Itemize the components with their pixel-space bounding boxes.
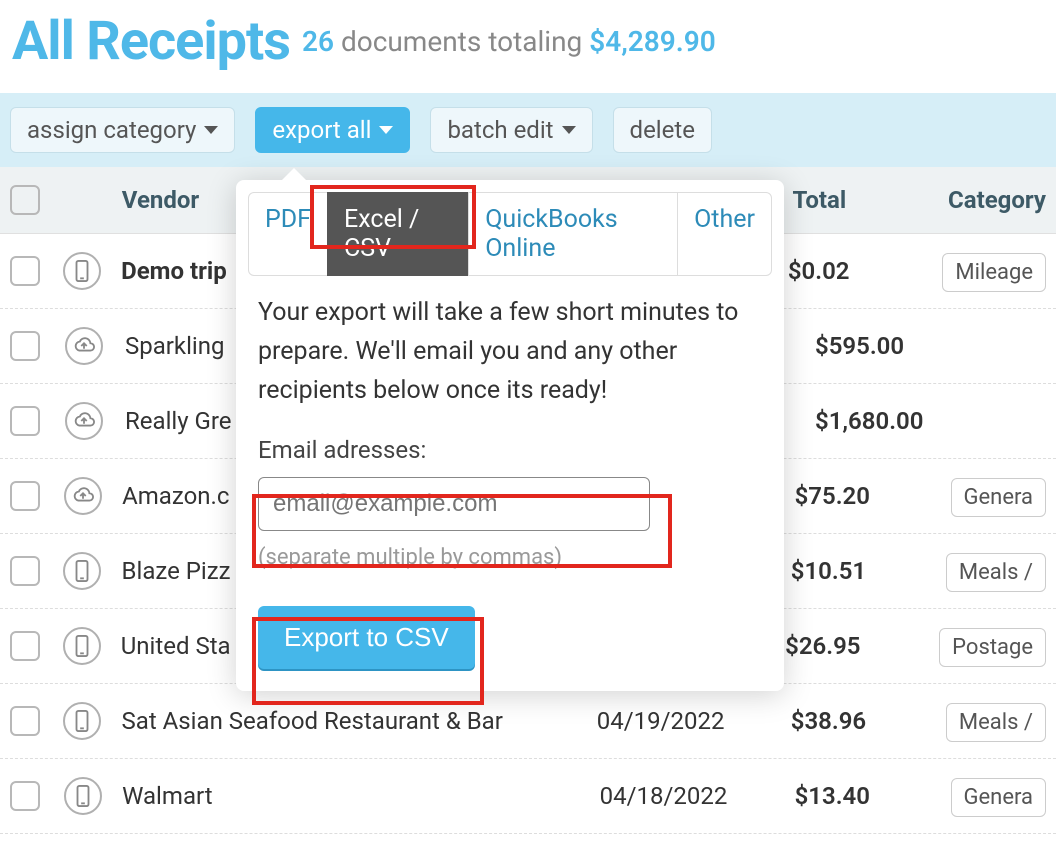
- vendor-name: Really Gre: [125, 407, 232, 435]
- vendor-name: Amazon.c: [122, 482, 229, 510]
- table-row[interactable]: Walmart 04/18/2022$13.40Genera: [0, 759, 1056, 834]
- vendor-name: Demo trip: [121, 257, 227, 285]
- caret-down-icon: [204, 126, 218, 134]
- receipt-total: $75.20: [795, 482, 951, 510]
- receipt-total: $10.51: [791, 557, 946, 585]
- caret-down-icon: [379, 126, 393, 134]
- email-input[interactable]: [258, 477, 650, 531]
- category-pill[interactable]: Genera: [951, 778, 1046, 817]
- phone-icon: [63, 702, 101, 740]
- phone-icon: [64, 777, 102, 815]
- receipt-total: $13.40: [795, 782, 951, 810]
- col-category[interactable]: Category: [948, 186, 1046, 214]
- category-pill[interactable]: Genera: [951, 478, 1046, 517]
- vendor-name: Blaze Pizz: [122, 557, 231, 585]
- cloud-upload-icon: [64, 477, 102, 515]
- receipt-date: 04/19/2022: [597, 707, 791, 735]
- table-row[interactable]: Sat Asian Seafood Restaurant & Bar 04/19/…: [0, 684, 1056, 759]
- delete-label: delete: [630, 116, 695, 144]
- tab-excel-csv[interactable]: Excel / CSV: [327, 192, 469, 276]
- row-checkbox[interactable]: [10, 556, 40, 586]
- cloud-upload-icon: [65, 327, 103, 365]
- receipt-total: $0.02: [788, 257, 943, 285]
- receipt-total: $595.00: [815, 332, 975, 360]
- tab-pdf[interactable]: PDF: [248, 192, 328, 276]
- export-tabs: PDF Excel / CSV QuickBooks Online Other: [236, 180, 784, 276]
- row-checkbox[interactable]: [10, 256, 40, 286]
- email-hint: (separate multiple by commas): [258, 541, 762, 575]
- category-pill[interactable]: Postage: [939, 628, 1046, 667]
- email-label: Email adresses:: [258, 432, 762, 469]
- category-pill[interactable]: Meals /: [946, 553, 1046, 592]
- phone-icon: [63, 627, 101, 665]
- cloud-upload-icon: [65, 402, 103, 440]
- assign-category-label: assign category: [27, 116, 196, 144]
- summary-text: documents totaling: [341, 25, 582, 58]
- row-checkbox[interactable]: [10, 706, 40, 736]
- receipt-total: $38.96: [791, 707, 946, 735]
- vendor-name: United Sta: [121, 632, 231, 660]
- vendor-name: Walmart: [122, 782, 212, 810]
- category-pill[interactable]: Meals /: [946, 703, 1046, 742]
- export-description: Your export will take a few short minute…: [258, 294, 762, 410]
- toolbar: assign category export all batch edit de…: [0, 93, 1056, 167]
- page-title: All Receipts: [12, 10, 290, 73]
- tab-other[interactable]: Other: [677, 192, 772, 276]
- receipt-total: $26.95: [785, 632, 939, 660]
- export-popover: PDF Excel / CSV QuickBooks Online Other …: [236, 180, 784, 691]
- category-pill[interactable]: Mileage: [942, 253, 1046, 292]
- receipt-total: $1,680.00: [815, 407, 975, 435]
- assign-category-button[interactable]: assign category: [10, 107, 235, 153]
- export-all-label: export all: [272, 116, 371, 144]
- page-header: All Receipts 26 documents totaling $4,28…: [0, 0, 1056, 93]
- phone-icon: [63, 252, 101, 290]
- export-body: Your export will take a few short minute…: [236, 276, 784, 669]
- export-all-button[interactable]: export all: [255, 107, 410, 153]
- batch-edit-button[interactable]: batch edit: [430, 107, 592, 153]
- row-checkbox[interactable]: [10, 631, 40, 661]
- summary-total: $4,289.90: [589, 25, 716, 58]
- col-total[interactable]: Total: [793, 186, 949, 214]
- batch-edit-label: batch edit: [447, 116, 553, 144]
- page-summary: 26 documents totaling $4,289.90: [302, 25, 716, 58]
- vendor-name: Sparkling: [125, 332, 224, 360]
- caret-down-icon: [562, 126, 576, 134]
- row-checkbox[interactable]: [10, 481, 40, 511]
- doc-count: 26: [302, 25, 334, 58]
- receipt-date: 04/18/2022: [600, 782, 795, 810]
- row-checkbox[interactable]: [10, 406, 40, 436]
- row-checkbox[interactable]: [10, 331, 40, 361]
- select-all-checkbox[interactable]: [10, 185, 40, 215]
- tab-quickbooks[interactable]: QuickBooks Online: [468, 192, 678, 276]
- delete-button[interactable]: delete: [613, 107, 712, 153]
- phone-icon: [63, 552, 101, 590]
- row-checkbox[interactable]: [10, 781, 40, 811]
- export-to-csv-button[interactable]: Export to CSV: [258, 606, 475, 669]
- vendor-name: Sat Asian Seafood Restaurant & Bar: [122, 707, 503, 735]
